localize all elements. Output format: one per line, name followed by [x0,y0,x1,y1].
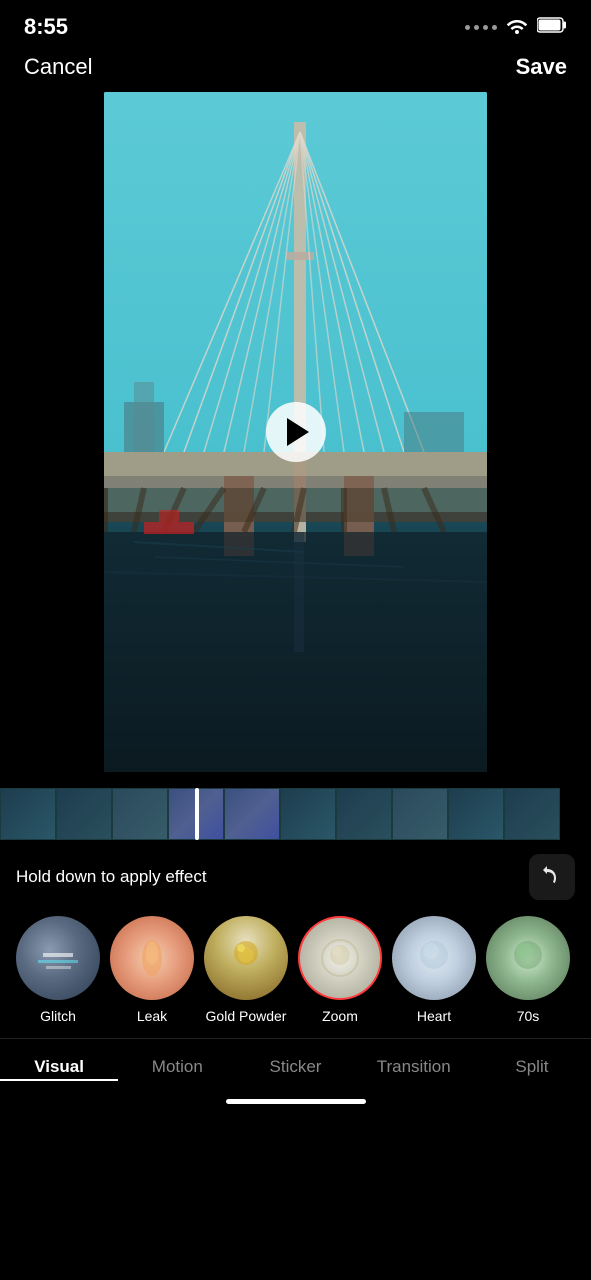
undo-button[interactable] [529,854,575,900]
effect-gold-powder-label: Gold Powder [206,1008,287,1024]
signal-dots-icon [465,25,497,30]
cancel-button[interactable]: Cancel [24,54,92,80]
timeline-thumb-10 [504,788,560,840]
hold-section: Hold down to apply effect [0,840,591,910]
timeline-thumb-6 [280,788,336,840]
effect-70s-label: 70s [517,1008,540,1024]
effect-gold-powder-thumb [204,916,288,1000]
wifi-icon [505,16,529,39]
timeline-thumb-9 [448,788,504,840]
effect-leak[interactable]: Leak [110,916,194,1024]
undo-icon [540,865,564,889]
bottom-tabs: Visual Motion Sticker Transition Split [0,1038,591,1087]
top-bar: Cancel Save [0,50,591,92]
effects-row: Glitch Leak Gold Powder [0,910,591,1028]
timeline-thumb-5-selected [224,788,280,840]
effect-glitch[interactable]: Glitch [16,916,100,1024]
play-button[interactable] [266,402,326,462]
tab-motion[interactable]: Motion [118,1053,236,1081]
video-preview [104,92,487,772]
status-time: 8:55 [24,14,68,40]
timeline-thumb-3 [112,788,168,840]
timeline-playhead [195,788,199,840]
timeline-thumb-8 [392,788,448,840]
effect-glitch-thumb [16,916,100,1000]
home-indicator [0,1087,591,1112]
effect-70s-thumb [486,916,570,1000]
effect-zoom[interactable]: Zoom [298,916,382,1024]
status-icons [465,16,567,39]
tab-sticker[interactable]: Sticker [236,1053,354,1081]
effect-heart[interactable]: Heart [392,916,476,1024]
battery-icon [537,17,567,38]
timeline-thumb-2 [56,788,112,840]
tab-visual[interactable]: Visual [0,1053,118,1081]
timeline-section [0,772,591,840]
timeline-thumb-7 [336,788,392,840]
effect-heart-thumb [392,916,476,1000]
save-button[interactable]: Save [516,54,567,80]
effect-glitch-label: Glitch [40,1008,76,1024]
effect-gold-powder[interactable]: Gold Powder [204,916,288,1024]
effect-zoom-thumb [298,916,382,1000]
status-bar: 8:55 [0,0,591,50]
tab-transition[interactable]: Transition [355,1053,473,1081]
hold-text: Hold down to apply effect [16,867,207,887]
timeline-thumb-1 [0,788,56,840]
play-icon [287,418,309,446]
tab-split[interactable]: Split [473,1053,591,1081]
effect-70s[interactable]: 70s [486,916,570,1024]
effect-leak-label: Leak [137,1008,167,1024]
home-bar [226,1099,366,1104]
effect-zoom-label: Zoom [322,1008,358,1024]
effect-heart-label: Heart [417,1008,451,1024]
effect-leak-thumb [110,916,194,1000]
timeline-strip[interactable] [0,788,591,840]
